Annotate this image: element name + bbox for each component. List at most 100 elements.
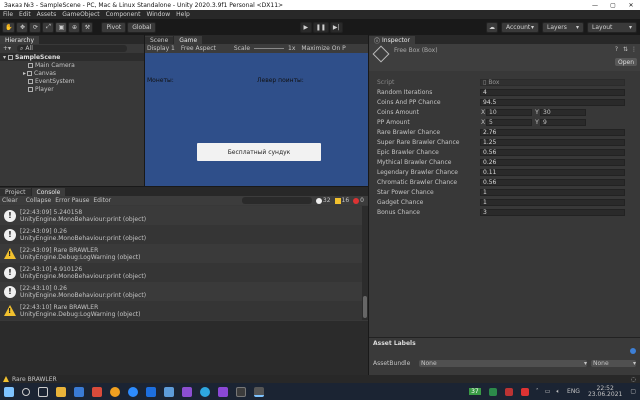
label-tag-icon[interactable] — [630, 348, 636, 354]
menu-assets[interactable]: Assets — [37, 11, 57, 18]
layout-dropdown[interactable]: Layout ▾ — [587, 21, 637, 33]
global-toggle[interactable]: Global — [127, 21, 157, 33]
free-box-button[interactable]: Бесплатный сундук — [197, 143, 321, 161]
hierarchy-search-input[interactable]: ⌕ All — [17, 45, 128, 52]
unity-editor-icon[interactable] — [254, 386, 264, 397]
telegram-icon[interactable] — [200, 386, 210, 397]
language-indicator[interactable]: ENG — [567, 388, 580, 395]
maximize-button[interactable]: ▢ — [604, 2, 622, 9]
property-field[interactable]: 1 — [480, 198, 625, 206]
account-dropdown[interactable]: Account ▾ — [501, 21, 539, 33]
tray-app-icon[interactable] — [520, 387, 529, 396]
status-message[interactable]: Rare BRAWLER — [12, 376, 57, 383]
clipchamp-icon[interactable] — [182, 386, 192, 397]
layers-dropdown[interactable]: Layers ▾ — [542, 21, 584, 33]
pivot-toggle[interactable]: Pivot — [101, 21, 127, 33]
network-icon[interactable]: ▭ — [545, 388, 551, 395]
clock[interactable]: 22:52 23.06.2021 — [588, 385, 622, 398]
file-explorer-icon[interactable] — [56, 386, 66, 397]
menu-help[interactable]: Help — [176, 11, 190, 18]
log-entry[interactable]: ! [22:43:09] Rare BRAWLER UnityEngine.Deb… — [0, 244, 362, 263]
maximize-toggle[interactable]: Maximize On P — [301, 45, 345, 52]
acrobat-icon[interactable] — [92, 386, 102, 397]
error-count-badge[interactable]: 0 — [353, 197, 364, 204]
property-field[interactable]: 0.26 — [480, 158, 625, 166]
chevron-right-icon[interactable]: ▸ — [23, 70, 26, 77]
windows-start-icon[interactable] — [4, 386, 14, 397]
transform-tool-icon[interactable]: ⊕ — [68, 21, 81, 33]
property-field[interactable]: 2.76 — [480, 128, 625, 136]
collab-cloud-icon[interactable]: ☁ — [486, 21, 498, 33]
tray-app-icon[interactable] — [504, 387, 513, 396]
clear-button[interactable]: Clear — [2, 197, 18, 204]
info-count-badge[interactable]: 32 — [315, 197, 331, 204]
console-search-input[interactable] — [241, 197, 312, 204]
yandex-browser-icon[interactable] — [110, 386, 120, 397]
unity-hub-icon[interactable] — [236, 386, 246, 397]
display-dropdown[interactable]: Display 1 — [147, 45, 175, 52]
error-pause-button[interactable]: Error Pause — [55, 197, 89, 204]
menu-edit[interactable]: Edit — [19, 11, 31, 18]
console-scrollbar[interactable] — [362, 206, 368, 320]
property-field[interactable]: 0.11 — [480, 168, 625, 176]
more-icon[interactable]: ⋮ — [631, 46, 637, 53]
rotate-tool-icon[interactable]: ⟳ — [29, 21, 42, 33]
hand-tool-icon[interactable]: ✋ — [2, 21, 16, 33]
custom-tool-icon[interactable]: ⚒ — [81, 21, 94, 33]
volume-icon[interactable]: 🔈︎ — [556, 388, 560, 396]
tab-project[interactable]: Project — [0, 188, 31, 196]
editor-dropdown[interactable]: Editor — [93, 197, 111, 204]
hierarchy-item[interactable]: ▸ Canvas — [0, 69, 144, 77]
scale-slider[interactable] — [254, 48, 285, 49]
notifications-icon[interactable]: ▢ — [630, 388, 636, 395]
rect-tool-icon[interactable]: ▣ — [55, 21, 68, 33]
search-icon[interactable] — [22, 387, 30, 396]
asset-variant-dropdown[interactable]: None ▾ — [591, 359, 636, 367]
pause-button[interactable]: ❚❚ — [312, 21, 329, 33]
property-field[interactable]: 3 — [480, 208, 625, 216]
tab-hierarchy[interactable]: Hierarchy — [0, 36, 40, 44]
photos-icon[interactable] — [164, 386, 174, 397]
scale-tool-icon[interactable]: ⤢ — [42, 21, 55, 33]
log-entry[interactable]: ! [22:43:09] 5.240158 UnityEngine.MonoBeh… — [0, 206, 362, 225]
tray-app-icon[interactable] — [488, 387, 497, 396]
chevron-up-icon[interactable]: ˄ — [536, 388, 539, 395]
scrollbar-thumb[interactable] — [363, 296, 367, 318]
close-button[interactable]: ✕ — [622, 2, 640, 9]
minimize-button[interactable]: — — [586, 2, 604, 9]
log-entry[interactable]: ! [22:43:09] 0.26 UnityEngine.MonoBehavio… — [0, 225, 362, 244]
tab-game[interactable]: Game — [174, 36, 203, 44]
hierarchy-item[interactable]: Main Camera — [0, 61, 144, 69]
tab-inspector[interactable]: ⓘ Inspector — [369, 36, 416, 45]
tab-scene[interactable]: Scene — [145, 36, 174, 44]
store-icon[interactable] — [74, 386, 84, 397]
menu-gameobject[interactable]: GameObject — [62, 11, 99, 18]
open-button[interactable]: Open — [615, 58, 637, 66]
property-field[interactable]: 94.5 — [480, 98, 625, 106]
property-field[interactable]: 1.25 — [480, 138, 625, 146]
x-field[interactable]: 10 — [486, 108, 532, 116]
scene-root-item[interactable]: ▾ SampleScene — [0, 53, 144, 61]
y-field[interactable]: 9 — [540, 118, 586, 126]
log-entry[interactable]: ! [22:43:10] 4.910126 UnityEngine.MonoBeh… — [0, 263, 362, 282]
move-tool-icon[interactable]: ✥ — [16, 21, 29, 33]
x-field[interactable]: 5 — [486, 118, 532, 126]
menu-window[interactable]: Window — [146, 11, 170, 18]
property-field[interactable]: 0.56 — [480, 178, 625, 186]
weather-temp[interactable]: 37 — [469, 388, 481, 395]
asset-labels-header[interactable]: Asset Labels — [369, 338, 640, 348]
tab-console[interactable]: Console — [31, 188, 66, 196]
hierarchy-item[interactable]: EventSystem — [0, 77, 144, 85]
menu-file[interactable]: File — [3, 11, 13, 18]
property-field[interactable]: 1 — [480, 188, 625, 196]
hierarchy-item[interactable]: Player — [0, 85, 144, 93]
collapse-button[interactable]: Collapse — [26, 197, 52, 204]
y-field[interactable]: 30 — [540, 108, 586, 116]
visual-studio-icon[interactable] — [218, 386, 228, 397]
property-field[interactable]: 4 — [480, 88, 625, 96]
task-view-icon[interactable] — [38, 386, 48, 397]
zoom-icon[interactable] — [128, 386, 138, 397]
asset-bundle-dropdown[interactable]: None ▾ — [419, 359, 587, 367]
settings-icon[interactable]: ⇅ — [623, 46, 628, 53]
warn-count-badge[interactable]: 16 — [334, 197, 349, 204]
